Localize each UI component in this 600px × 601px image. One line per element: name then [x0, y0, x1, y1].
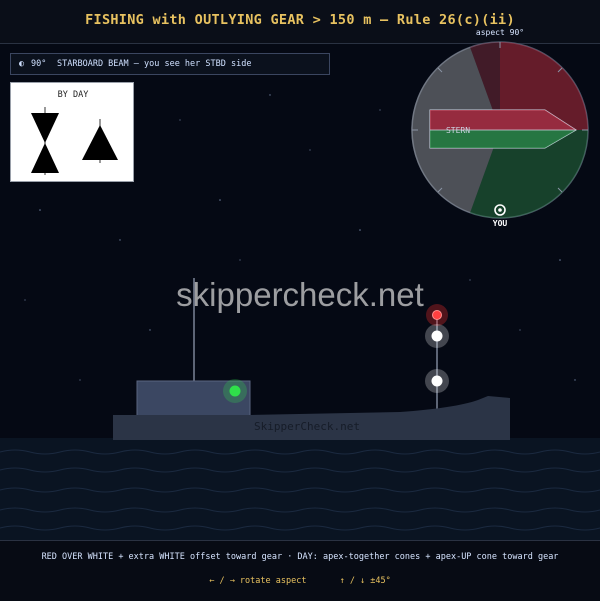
footer-bar: RED OVER WHITE + extra WHITE offset towa… [0, 540, 600, 601]
rotate-aspect-hint[interactable]: ← / → rotate aspect [209, 576, 306, 586]
gear-white-light [431, 375, 443, 387]
starboard-light [229, 385, 241, 397]
watermark: skippercheck.net [176, 276, 424, 313]
observer-dot [498, 208, 502, 212]
aspect-compass: STERN YOU aspect 90° [411, 28, 589, 228]
lights [223, 304, 449, 403]
stern-label: STERN [446, 126, 470, 135]
hull-text: SkipperCheck.net [254, 420, 360, 433]
white-allround-light [431, 330, 443, 342]
sea [0, 438, 600, 540]
controls-hint: ← / → rotate aspect ↑ / ↓ ±45° [0, 576, 600, 586]
light-caption: RED OVER WHITE + extra WHITE offset towa… [41, 552, 559, 562]
you-label: YOU [493, 219, 508, 228]
step-aspect-hint[interactable]: ↑ / ↓ ±45° [340, 576, 391, 586]
aspect-label: aspect 90° [476, 28, 524, 37]
